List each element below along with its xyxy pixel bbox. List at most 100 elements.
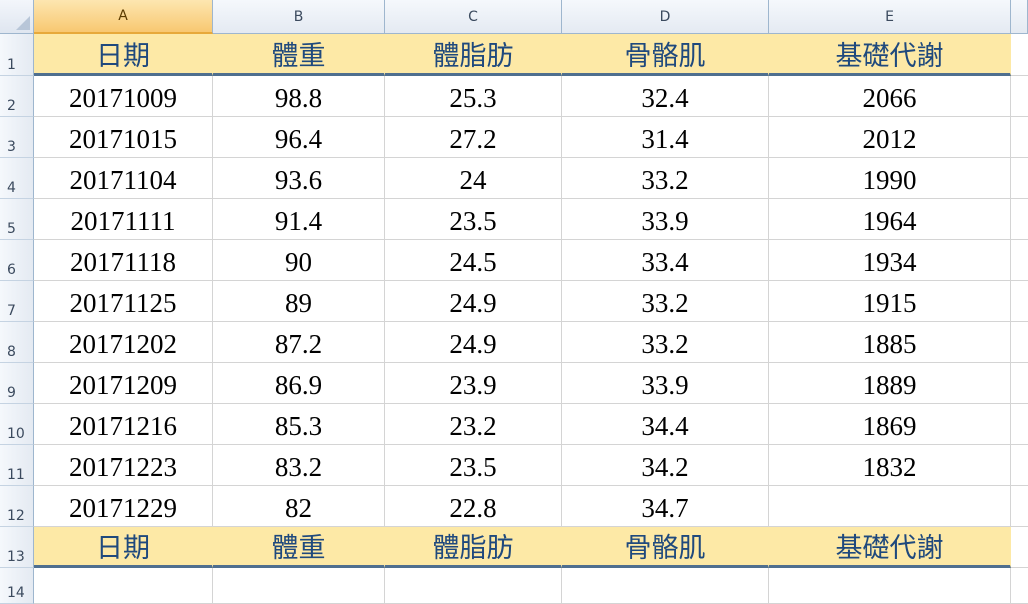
column-header-a[interactable]: A [34,0,213,34]
cell-d12[interactable]: 34.7 [562,486,769,527]
cell-filler[interactable] [1011,199,1028,240]
cell-e10[interactable]: 1869 [769,404,1011,445]
cell-filler[interactable] [1011,568,1028,604]
cell-a2[interactable]: 20171009 [34,76,213,117]
cell-b10[interactable]: 85.3 [213,404,385,445]
cell-filler[interactable] [1011,117,1028,158]
cell-d10[interactable]: 34.4 [562,404,769,445]
cell-a9[interactable]: 20171209 [34,363,213,404]
cell-b2[interactable]: 98.8 [213,76,385,117]
cell-filler[interactable] [1011,34,1028,76]
cell-e14[interactable] [769,568,1011,604]
cell-filler[interactable] [1011,445,1028,486]
cell-b8[interactable]: 87.2 [213,322,385,363]
cell-b12[interactable]: 82 [213,486,385,527]
cell-d3[interactable]: 31.4 [562,117,769,158]
cell-a5[interactable]: 20171111 [34,199,213,240]
cell-d13[interactable]: 骨骼肌 [562,527,769,568]
cell-b6[interactable]: 90 [213,240,385,281]
select-all-button[interactable] [0,0,34,34]
column-header-d[interactable]: D [562,0,769,34]
row-header-2[interactable]: 2 [0,76,34,117]
cell-d6[interactable]: 33.4 [562,240,769,281]
cell-b1[interactable]: 體重 [213,34,385,76]
column-header-c[interactable]: C [385,0,562,34]
cell-a10[interactable]: 20171216 [34,404,213,445]
cell-filler[interactable] [1011,322,1028,363]
row-header-4[interactable]: 4 [0,158,34,199]
cell-d14[interactable] [562,568,769,604]
cell-d8[interactable]: 33.2 [562,322,769,363]
cell-c5[interactable]: 23.5 [385,199,562,240]
row-header-6[interactable]: 6 [0,240,34,281]
cell-filler[interactable] [1011,76,1028,117]
cell-filler[interactable] [1011,486,1028,527]
row-header-3[interactable]: 3 [0,117,34,158]
cell-a7[interactable]: 20171125 [34,281,213,322]
cell-b7[interactable]: 89 [213,281,385,322]
cell-filler[interactable] [1011,363,1028,404]
cell-c13[interactable]: 體脂肪 [385,527,562,568]
cell-c1[interactable]: 體脂肪 [385,34,562,76]
cell-d4[interactable]: 33.2 [562,158,769,199]
cell-e11[interactable]: 1832 [769,445,1011,486]
cell-c11[interactable]: 23.5 [385,445,562,486]
cell-e7[interactable]: 1915 [769,281,1011,322]
cell-e5[interactable]: 1964 [769,199,1011,240]
cell-a4[interactable]: 20171104 [34,158,213,199]
cell-b3[interactable]: 96.4 [213,117,385,158]
row-header-9[interactable]: 9 [0,363,34,404]
cell-filler[interactable] [1011,404,1028,445]
column-header-e[interactable]: E [769,0,1011,34]
cell-c9[interactable]: 23.9 [385,363,562,404]
cell-d7[interactable]: 33.2 [562,281,769,322]
cell-b5[interactable]: 91.4 [213,199,385,240]
row-header-14[interactable]: 14 [0,568,34,604]
cell-b11[interactable]: 83.2 [213,445,385,486]
cell-e4[interactable]: 1990 [769,158,1011,199]
cell-c4[interactable]: 24 [385,158,562,199]
cell-b4[interactable]: 93.6 [213,158,385,199]
cell-b14[interactable] [213,568,385,604]
cell-filler[interactable] [1011,240,1028,281]
cell-e2[interactable]: 2066 [769,76,1011,117]
row-header-1[interactable]: 1 [0,34,34,76]
cell-a12[interactable]: 20171229 [34,486,213,527]
cell-b9[interactable]: 86.9 [213,363,385,404]
cell-c8[interactable]: 24.9 [385,322,562,363]
row-header-13[interactable]: 13 [0,527,34,568]
cell-d9[interactable]: 33.9 [562,363,769,404]
cell-e1[interactable]: 基礎代謝 [769,34,1011,76]
cell-c6[interactable]: 24.5 [385,240,562,281]
row-header-7[interactable]: 7 [0,281,34,322]
cell-a8[interactable]: 20171202 [34,322,213,363]
cell-c10[interactable]: 23.2 [385,404,562,445]
cell-c2[interactable]: 25.3 [385,76,562,117]
row-header-8[interactable]: 8 [0,322,34,363]
cell-e9[interactable]: 1889 [769,363,1011,404]
cell-filler[interactable] [1011,527,1028,568]
cell-a14[interactable] [34,568,213,604]
row-header-12[interactable]: 12 [0,486,34,527]
cell-a1[interactable]: 日期 [34,34,213,76]
cell-a6[interactable]: 20171118 [34,240,213,281]
cell-d2[interactable]: 32.4 [562,76,769,117]
row-header-11[interactable]: 11 [0,445,34,486]
row-header-10[interactable]: 10 [0,404,34,445]
row-header-5[interactable]: 5 [0,199,34,240]
cell-filler[interactable] [1011,281,1028,322]
cell-e3[interactable]: 2012 [769,117,1011,158]
cell-c7[interactable]: 24.9 [385,281,562,322]
cell-c3[interactable]: 27.2 [385,117,562,158]
cell-c12[interactable]: 22.8 [385,486,562,527]
column-header-b[interactable]: B [213,0,385,34]
cell-e6[interactable]: 1934 [769,240,1011,281]
cell-filler[interactable] [1011,158,1028,199]
cell-a11[interactable]: 20171223 [34,445,213,486]
cell-e8[interactable]: 1885 [769,322,1011,363]
cell-d5[interactable]: 33.9 [562,199,769,240]
cell-a3[interactable]: 20171015 [34,117,213,158]
cell-c14[interactable] [385,568,562,604]
cell-b13[interactable]: 體重 [213,527,385,568]
cell-e13[interactable]: 基礎代謝 [769,527,1011,568]
